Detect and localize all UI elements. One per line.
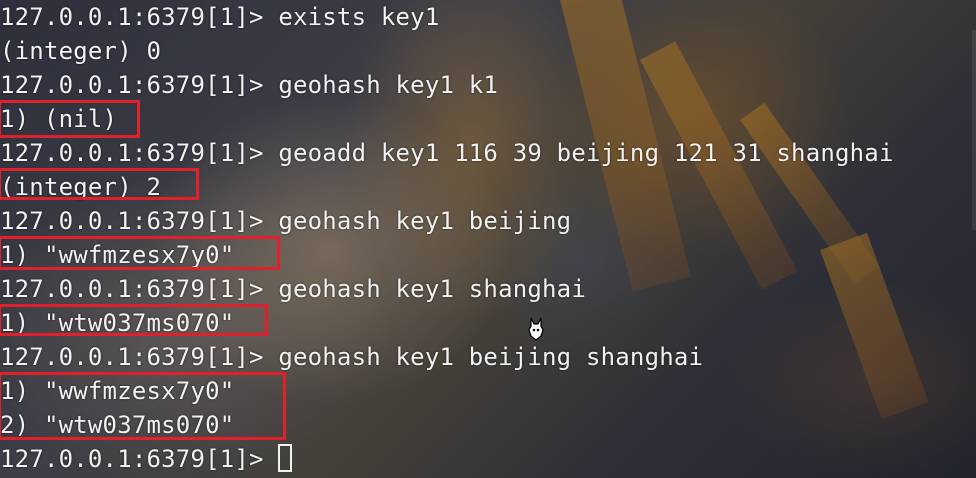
terminal-line: 127.0.0.1:6379[1]> geoadd key1 116 39 be…	[0, 139, 894, 167]
terminal-line: 127.0.0.1:6379[1]> geohash key1 beijing	[0, 207, 572, 235]
terminal-prompt-line[interactable]: 127.0.0.1:6379[1]>	[0, 442, 293, 476]
terminal-prompt: 127.0.0.1:6379[1]>	[0, 445, 279, 473]
highlight-box	[0, 236, 280, 270]
terminal-line: 127.0.0.1:6379[1]> geohash key1 beijing …	[0, 343, 704, 371]
block-cursor-icon	[278, 444, 293, 472]
terminal-line: 127.0.0.1:6379[1]> exists key1	[0, 3, 440, 31]
terminal-line: 127.0.0.1:6379[1]> geohash key1 shanghai	[0, 275, 586, 303]
terminal-line: (integer) 0	[0, 37, 162, 65]
mouse-pointer-icon	[528, 317, 544, 341]
terminal-line: 127.0.0.1:6379[1]> geohash key1 k1	[0, 71, 499, 99]
terminal-window[interactable]: 127.0.0.1:6379[1]> exists key1 (integer)…	[0, 0, 976, 478]
highlight-box	[0, 372, 286, 440]
highlight-box	[0, 168, 199, 200]
highlight-box	[0, 304, 268, 336]
highlight-box	[0, 100, 140, 138]
terminal-scrollbar[interactable]	[972, 30, 976, 230]
